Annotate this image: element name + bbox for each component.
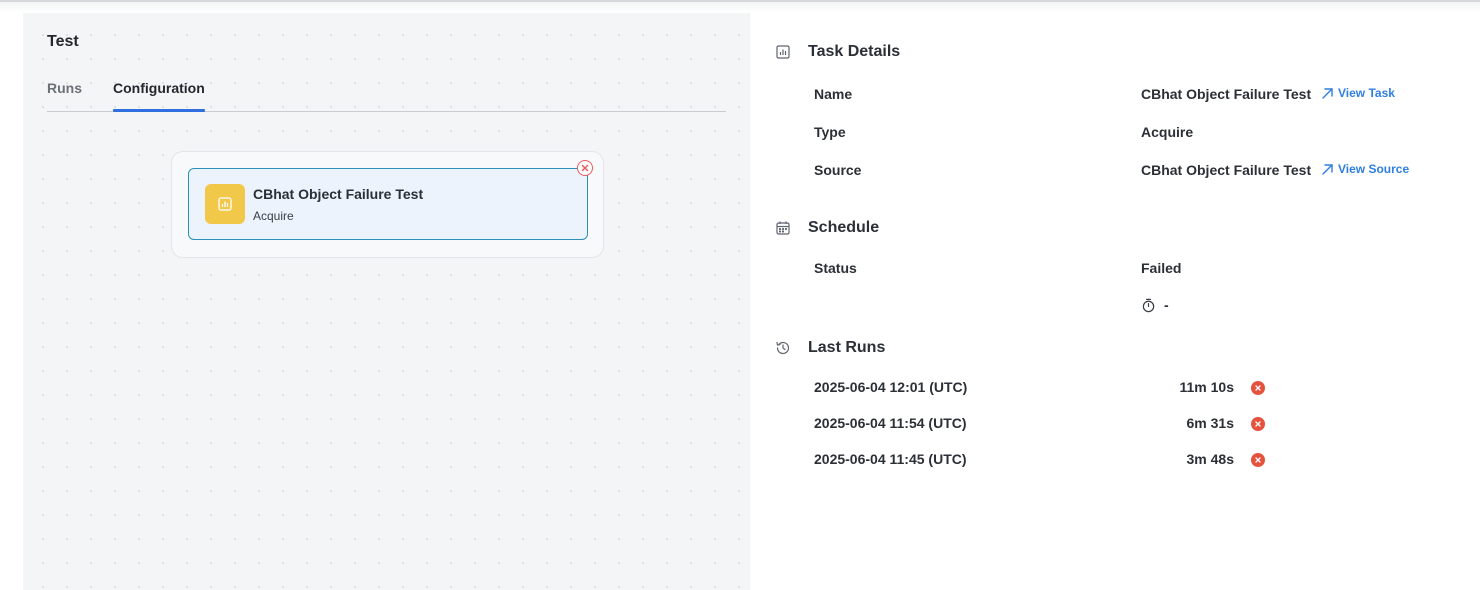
external-link-icon [1322, 163, 1333, 175]
tab-configuration[interactable]: Configuration [113, 78, 205, 112]
close-icon [581, 164, 589, 172]
source-value: CBhat Object Failure Test [1141, 162, 1312, 178]
schedule-heading: Schedule [808, 219, 880, 236]
name-label: Name [814, 86, 853, 102]
view-source-link[interactable]: View Source [1321, 162, 1409, 176]
run-duration: 11m 10s [1179, 379, 1235, 395]
chart-icon [205, 184, 245, 224]
status-label: Status [814, 260, 857, 276]
tab-configuration-label: Configuration [113, 80, 205, 96]
node-subtitle: Acquire [253, 209, 294, 223]
failed-icon [1251, 417, 1265, 431]
status-value: Failed [1141, 260, 1182, 276]
last-runs-heading: Last Runs [808, 339, 886, 356]
chart-icon [776, 45, 790, 59]
node-title: CBhat Object Failure Test [253, 186, 424, 202]
task-node[interactable]: CBhat Object Failure Test Acquire [188, 168, 588, 240]
failed-icon [1251, 381, 1265, 395]
view-task-link[interactable]: View Task [1321, 86, 1395, 100]
failed-icon [1251, 453, 1265, 467]
run-date[interactable]: 2025-06-04 11:45 (UTC) [814, 451, 967, 467]
stopwatch-icon [1142, 298, 1155, 312]
page-title: Test [47, 33, 79, 50]
source-label: Source [814, 162, 862, 178]
timer-value: - [1164, 297, 1169, 313]
type-value: Acquire [1141, 124, 1194, 140]
calendar-icon [776, 221, 790, 235]
remove-node-button[interactable] [577, 160, 593, 176]
run-date[interactable]: 2025-06-04 11:54 (UTC) [814, 415, 967, 431]
tab-bar: Runs Configuration [47, 78, 726, 112]
type-label: Type [814, 124, 846, 140]
schedule-timer: - [1141, 297, 1169, 313]
task-details-heading: Task Details [808, 43, 901, 60]
tab-runs[interactable]: Runs [47, 78, 82, 111]
run-duration: 6m 31s [1186, 415, 1234, 431]
run-duration: 3m 48s [1186, 451, 1234, 467]
name-value: CBhat Object Failure Test [1141, 86, 1312, 102]
external-link-icon [1322, 87, 1333, 99]
view-task-label: View Task [1338, 86, 1395, 100]
history-icon [776, 341, 790, 355]
top-shadow [0, 2, 1480, 12]
active-tab-indicator [113, 109, 205, 112]
run-date[interactable]: 2025-06-04 12:01 (UTC) [814, 379, 967, 395]
view-source-label: View Source [1338, 162, 1410, 176]
